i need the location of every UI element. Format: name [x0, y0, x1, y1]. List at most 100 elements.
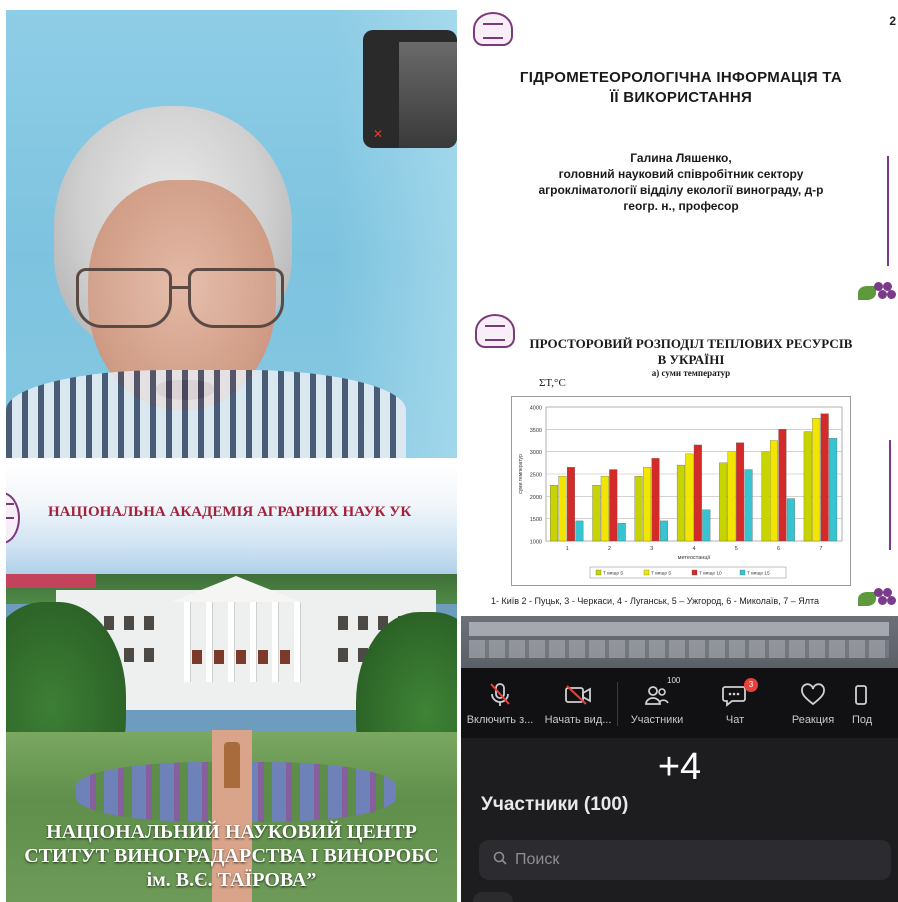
legend-swatch [643, 569, 650, 576]
speaker-glasses [68, 268, 286, 338]
meeting-toolbar: Включить з... Начать вид... 100 Участник… [461, 668, 898, 738]
shared-screen-preview[interactable] [461, 616, 898, 668]
chart-slide-title-line-1: ПРОСТОРОВИЙ РОЗПОДІЛ ТЕПЛОВИХ РЕСУРСІВ [529, 336, 853, 351]
screenshot-collage: ✕ 2 ГІДРОМЕТЕОРОЛОГІЧНА ІНФОРМАЦІЯ ТА ЇЇ… [0, 0, 898, 902]
participants-count-badge: 100 [667, 676, 681, 685]
chart-bar [820, 413, 829, 542]
x-tick-label: 6 [777, 546, 780, 552]
institute-photo-tile: НАЦІОНАЛЬНА АКАДЕМІЯ АГРАРНИХ НАУК УК НА… [6, 462, 457, 902]
photo-monument [224, 742, 240, 788]
search-placeholder: Поиск [515, 851, 560, 868]
y-tick-label: 2000 [530, 495, 542, 501]
speaker-video-tile[interactable]: ✕ [6, 10, 457, 458]
grapes-icon [858, 280, 898, 302]
start-video-button[interactable]: Начать вид... [539, 668, 617, 738]
y-tick-label: 3000 [530, 450, 542, 456]
x-tick-label: 5 [735, 546, 738, 552]
chart-bar [634, 476, 643, 542]
chart-bar [575, 520, 584, 542]
chat-button[interactable]: 3 Чат [696, 668, 774, 738]
academy-banner: НАЦІОНАЛЬНА АКАДЕМІЯ АГРАРНИХ НАУК УК [48, 504, 412, 520]
legend-label: Т вище 15 [747, 571, 770, 577]
legend-swatch [691, 569, 698, 576]
speaker-shirt [6, 370, 406, 458]
y-tick-label: 4000 [530, 406, 542, 412]
participants-button[interactable]: 100 Участники [618, 668, 696, 738]
mic-muted-icon: ✕ [373, 127, 384, 141]
chart-bar [660, 520, 668, 542]
video-off-icon [564, 682, 592, 708]
slide-accent-bar [887, 156, 889, 266]
chart-bar [600, 476, 609, 542]
x-tick-label: 1 [566, 546, 569, 552]
caption-line-2: СТИТУТ ВИНОГРАДАРСТВА І ВИНОРОБС [24, 845, 439, 867]
chart-bar [558, 476, 567, 542]
author-position-line-3: геогр. н., професор [623, 199, 739, 213]
chart-bar [685, 453, 694, 542]
mic-off-icon [489, 682, 511, 708]
chart-bar [829, 438, 838, 542]
chart-bar [550, 485, 559, 542]
caption-line-3: ім. В.Є. ТАЇРОВА” [146, 869, 317, 891]
slide-title: ГІДРОМЕТЕОРОЛОГІЧНА ІНФОРМАЦІЯ ТА ЇЇ ВИК… [481, 68, 881, 108]
chart-bar [592, 485, 601, 542]
self-view-person [399, 42, 457, 148]
y-tick-label: 1000 [530, 540, 542, 546]
chart-bar [643, 467, 652, 542]
legend-label: Т вище 5 [651, 571, 671, 577]
chart-bar [744, 469, 753, 542]
author-name: Галина Ляшенко, [630, 151, 732, 165]
chart-bar [778, 429, 787, 542]
photo-red-roof [6, 574, 96, 588]
chart-bar [769, 440, 778, 542]
self-view-thumbnail[interactable]: ✕ [363, 30, 457, 148]
chart-bar [566, 467, 575, 542]
more-icon [852, 682, 868, 708]
participants-icon [644, 682, 670, 708]
y-axis-label: суми температур [518, 454, 524, 494]
slide-title-line-1: ГІДРОМЕТЕОРОЛОГІЧНА ІНФОРМАЦІЯ ТА [519, 69, 843, 86]
participants-panel-title: Участники (100) [481, 794, 629, 815]
chart-bar [676, 464, 685, 542]
unmute-button[interactable]: Включить з... [461, 668, 539, 738]
participants-search-input[interactable]: Поиск [479, 840, 891, 880]
x-tick-label: 7 [819, 546, 822, 552]
legend-label: Т вище 5 [603, 571, 623, 577]
y-tick-label: 2500 [530, 473, 542, 479]
reaction-button[interactable]: Реакция [774, 668, 852, 738]
chart-slide-title: ПРОСТОРОВИЙ РОЗПОДІЛ ТЕПЛОВИХ РЕСУРСІВ В… [501, 336, 881, 368]
chart-unit-label: ΣT,°C [539, 377, 566, 389]
chart-bar [727, 451, 736, 542]
chart-slide-title-line-2: В УКРАЇНІ [657, 352, 725, 367]
author-position-line-2: агрокліматології відділу екології виногр… [538, 183, 824, 197]
participant-row-avatar [473, 892, 513, 902]
chart-bar [786, 498, 795, 542]
building-pediment [171, 576, 301, 602]
grapes-icon [858, 586, 898, 608]
chart-bar [617, 522, 626, 542]
institute-caption: НАЦІОНАЛЬНИЙ НАУКОВИЙ ЦЕНТР СТИТУТ ВИНОГ… [6, 820, 457, 892]
photo-sky [6, 462, 457, 582]
more-button[interactable]: Под [852, 668, 892, 738]
y-tick-label: 1500 [530, 517, 542, 523]
chart-bar [812, 418, 821, 542]
y-tick-label: 3500 [530, 428, 542, 434]
x-axis-label: метеостанції [678, 555, 711, 561]
x-tick-label: 2 [608, 546, 611, 552]
chart-bar [761, 451, 770, 542]
x-tick-label: 4 [692, 546, 695, 552]
chart-station-legend: 1- Київ 2 - Пуцьк, 3 - Черкаси, 4 - Луга… [491, 596, 819, 606]
slide-title-panel: 2 ГІДРОМЕТЕОРОЛОГІЧНА ІНФОРМАЦІЯ ТА ЇЇ В… [461, 10, 898, 306]
chart-bar [702, 509, 711, 542]
heart-icon [800, 682, 826, 708]
search-icon [493, 851, 507, 870]
legend-label: Т вище 10 [699, 571, 722, 577]
more-participants-count[interactable]: +4 [461, 746, 898, 789]
x-tick-label: 3 [650, 546, 653, 552]
chart-bar [651, 458, 660, 542]
institute-logo-icon [473, 12, 513, 46]
chart-bar [693, 444, 702, 542]
slide-accent-bar [889, 440, 891, 550]
chart-bar [719, 462, 728, 542]
slide-number: 2 [889, 14, 896, 28]
